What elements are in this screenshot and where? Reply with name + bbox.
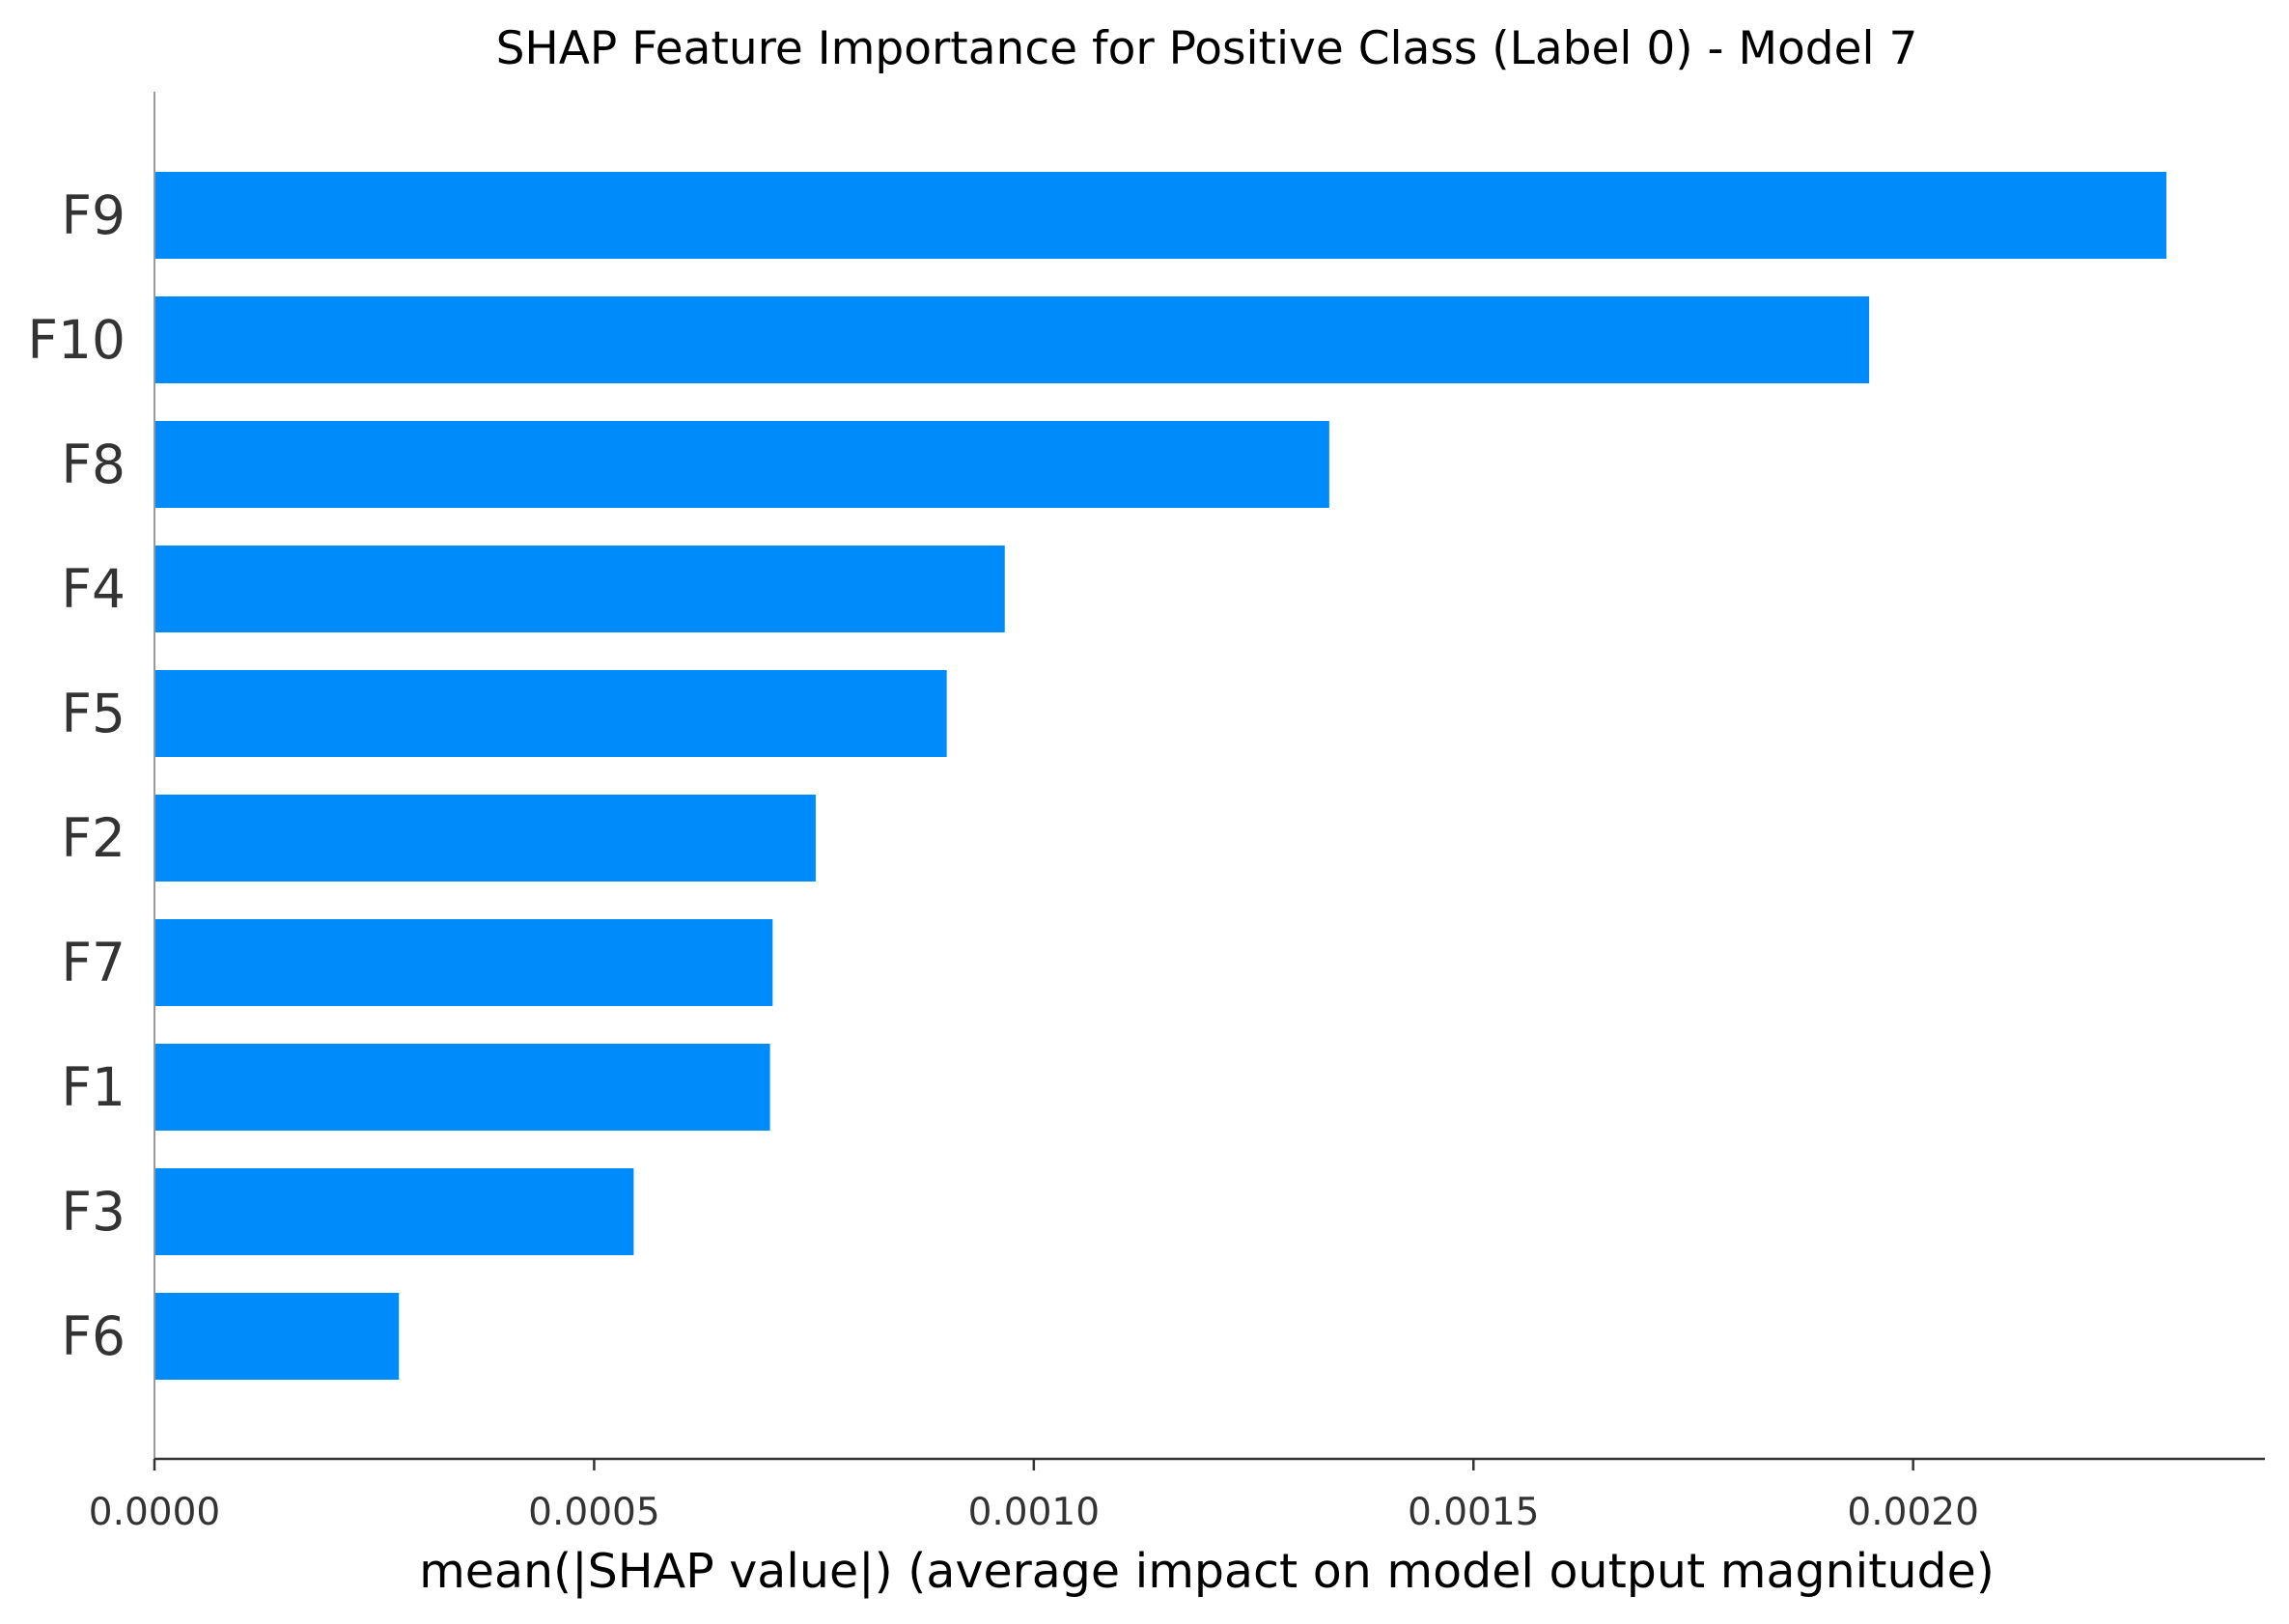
x-tick-label: 0.0010 [968,1491,1100,1534]
y-tick-labels: F9 F10 F8 F4 F5 F2 F7 F1 F3 F6 [27,184,126,1367]
y-tick-label-f7: F7 [61,932,126,994]
bar-f6 [154,1293,400,1380]
bar-f9 [154,172,2166,259]
bar-f3 [154,1168,634,1255]
y-tick-label-f6: F6 [61,1305,126,1367]
bar-f1 [154,1044,770,1131]
x-axis-label: mean(|SHAP value|) (average impact on mo… [419,1544,1995,1599]
bar-f5 [154,670,947,757]
y-tick-label-f3: F3 [61,1181,126,1243]
x-tick-label: 0.0005 [528,1491,659,1534]
y-tick-label-f8: F8 [61,434,126,495]
y-tick-label-f2: F2 [61,807,126,869]
chart-title: SHAP Feature Importance for Positive Cla… [496,22,1918,75]
y-tick-label-f5: F5 [61,683,126,744]
bar-f4 [154,546,1005,632]
y-tick-label-f9: F9 [61,184,126,246]
x-axis-ticks: 0.0000 0.0005 0.0010 0.0015 0.0020 [89,1459,1979,1534]
x-tick-label: 0.0015 [1408,1491,1539,1534]
bar-f10 [154,296,1870,383]
bar-f2 [154,795,816,882]
bars-group [154,172,2166,1380]
x-tick-label: 0.0000 [89,1491,220,1534]
y-tick-label-f10: F10 [27,309,126,371]
x-tick-label: 0.0020 [1847,1491,1978,1534]
chart-canvas: SHAP Feature Importance for Positive Cla… [27,22,2265,1599]
bar-f7 [154,919,773,1006]
y-tick-label-f4: F4 [61,558,126,620]
shap-bar-chart: SHAP Feature Importance for Positive Cla… [0,0,2289,1624]
bar-f8 [154,421,1329,508]
y-tick-label-f1: F1 [61,1056,126,1118]
